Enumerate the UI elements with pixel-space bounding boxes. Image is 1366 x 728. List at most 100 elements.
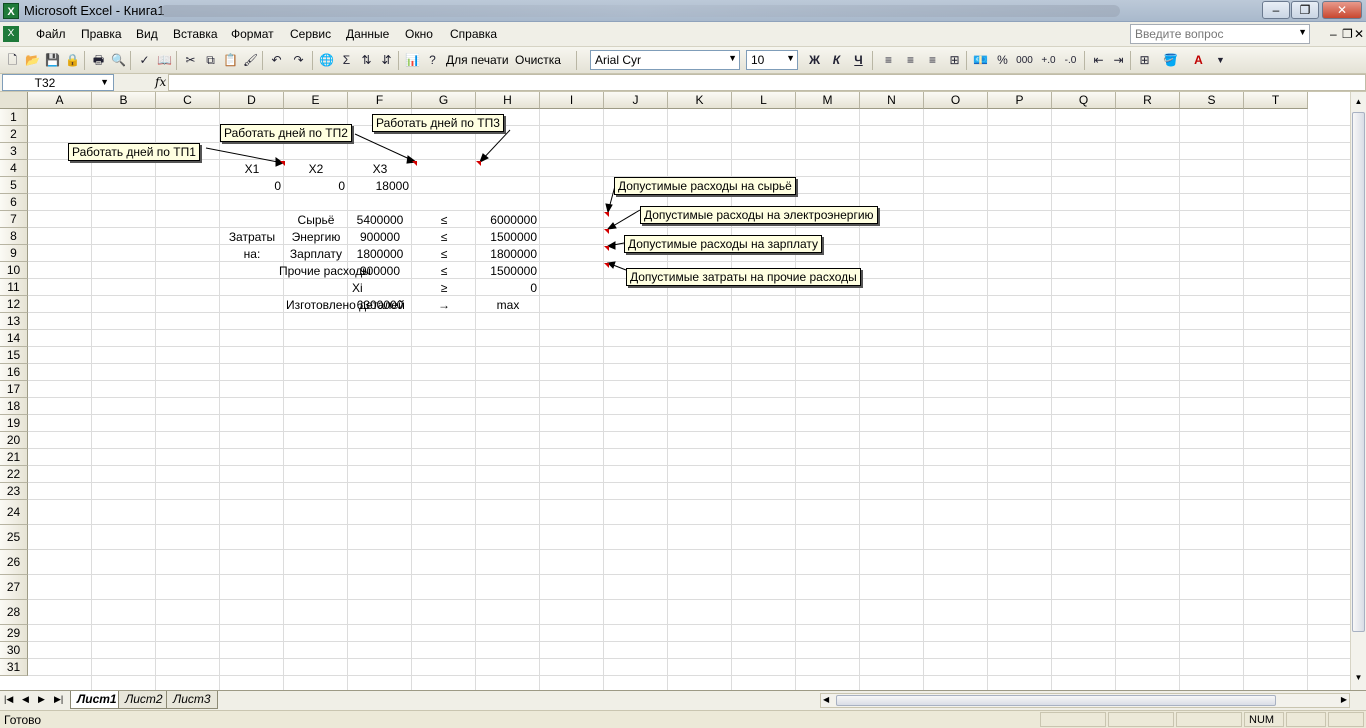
column-header-k[interactable]: K bbox=[668, 92, 732, 109]
format-painter-icon[interactable]: 🖌 bbox=[242, 52, 259, 69]
copy-icon[interactable]: ⧉ bbox=[202, 52, 219, 69]
cell-e4[interactable]: X2 bbox=[284, 162, 348, 176]
insert-function-icon[interactable]: fx bbox=[155, 75, 166, 89]
undo-icon[interactable]: ↶ bbox=[268, 52, 285, 69]
row-header-30[interactable]: 30 bbox=[0, 642, 28, 659]
row-header-25[interactable]: 25 bbox=[0, 525, 28, 550]
chevron-down-icon[interactable]: ▼ bbox=[1298, 27, 1307, 37]
row-header-21[interactable]: 21 bbox=[0, 449, 28, 466]
paste-icon[interactable]: 📋 bbox=[222, 52, 239, 69]
row-header-19[interactable]: 19 bbox=[0, 415, 28, 432]
restore-button[interactable]: ❐ bbox=[1291, 1, 1319, 19]
thousands-separator-button[interactable]: 000 bbox=[1016, 52, 1033, 69]
cell-e7[interactable]: Сырьё bbox=[284, 213, 348, 227]
cell-d8[interactable]: Затраты bbox=[220, 230, 284, 244]
cell-h9[interactable]: 1800000 bbox=[476, 247, 537, 261]
row-header-14[interactable]: 14 bbox=[0, 330, 28, 347]
comment-tp3[interactable]: Работать дней по ТП3 bbox=[372, 114, 504, 132]
cell-e8[interactable]: Энергию bbox=[284, 230, 348, 244]
cell-f4[interactable]: X3 bbox=[348, 162, 412, 176]
menu-help[interactable]: Справка bbox=[450, 27, 497, 41]
column-header-s[interactable]: S bbox=[1180, 92, 1244, 109]
font-color-icon[interactable]: A bbox=[1190, 52, 1207, 69]
row-header-2[interactable]: 2 bbox=[0, 126, 28, 143]
align-center-icon[interactable]: ≡ bbox=[902, 52, 919, 69]
comment-other-expenses[interactable]: Допустимые затраты на прочие расходы bbox=[626, 268, 861, 286]
align-left-icon[interactable]: ≡ bbox=[880, 52, 897, 69]
spelling-icon[interactable]: ✓ bbox=[136, 52, 153, 69]
menu-tools[interactable]: Сервис bbox=[290, 27, 331, 41]
column-header-c[interactable]: C bbox=[156, 92, 220, 109]
cell-f12[interactable]: 6300000 bbox=[348, 298, 412, 312]
horizontal-scrollbar[interactable]: ◀ ▶ bbox=[820, 693, 1350, 708]
row-header-22[interactable]: 22 bbox=[0, 466, 28, 483]
autosum-icon[interactable]: Σ bbox=[338, 52, 355, 69]
sort-ascending-icon[interactable]: ⇅ bbox=[358, 52, 375, 69]
cell-f10[interactable]: 900000 bbox=[348, 264, 412, 278]
menu-data[interactable]: Данные bbox=[346, 27, 389, 41]
cell-h10[interactable]: 1500000 bbox=[476, 264, 537, 278]
menu-format[interactable]: Формат bbox=[231, 27, 274, 41]
chevron-down-icon[interactable]: ▼ bbox=[728, 53, 737, 63]
menu-window[interactable]: Окно bbox=[405, 27, 433, 41]
cell-g10[interactable]: ≤ bbox=[412, 264, 476, 278]
row-header-28[interactable]: 28 bbox=[0, 600, 28, 625]
column-header-l[interactable]: L bbox=[732, 92, 796, 109]
column-header-p[interactable]: P bbox=[988, 92, 1052, 109]
open-icon[interactable]: 📂 bbox=[24, 52, 41, 69]
document-minimize-button[interactable]: – bbox=[1330, 27, 1337, 41]
row-header-31[interactable]: 31 bbox=[0, 659, 28, 676]
vertical-scrollbar[interactable]: ▲ ▼ bbox=[1350, 92, 1366, 690]
comment-salary[interactable]: Допустимые расходы на зарплату bbox=[624, 235, 822, 253]
decrease-indent-icon[interactable]: ⇤ bbox=[1090, 52, 1107, 69]
comment-tp2[interactable]: Работать дней по ТП2 bbox=[220, 124, 352, 142]
cell-e5[interactable]: 0 bbox=[284, 179, 345, 193]
last-sheet-icon[interactable]: ▶| bbox=[54, 694, 63, 705]
column-header-m[interactable]: M bbox=[796, 92, 860, 109]
print-preview-icon[interactable]: 🔍 bbox=[110, 52, 127, 69]
help-icon[interactable]: ? bbox=[424, 52, 441, 69]
row-header-26[interactable]: 26 bbox=[0, 550, 28, 575]
cell-d5[interactable]: 0 bbox=[220, 179, 281, 193]
fill-color-icon[interactable]: 🪣 bbox=[1162, 52, 1179, 69]
row-header-4[interactable]: 4 bbox=[0, 160, 28, 177]
save-icon[interactable]: 💾 bbox=[44, 52, 61, 69]
select-all-corner[interactable] bbox=[0, 92, 28, 109]
font-size-select[interactable]: 10 ▼ bbox=[746, 50, 798, 70]
hyperlink-icon[interactable]: 🌐 bbox=[318, 52, 335, 69]
row-header-17[interactable]: 17 bbox=[0, 381, 28, 398]
underline-button[interactable]: Ч bbox=[850, 52, 867, 69]
row-header-15[interactable]: 15 bbox=[0, 347, 28, 364]
row-header-23[interactable]: 23 bbox=[0, 483, 28, 500]
cell-f7[interactable]: 5400000 bbox=[348, 213, 412, 227]
document-restore-button[interactable]: ❐ bbox=[1342, 27, 1353, 41]
research-icon[interactable]: 📖 bbox=[156, 52, 173, 69]
column-header-i[interactable]: I bbox=[540, 92, 604, 109]
row-header-24[interactable]: 24 bbox=[0, 500, 28, 525]
column-header-t[interactable]: T bbox=[1244, 92, 1308, 109]
row-header-3[interactable]: 3 bbox=[0, 143, 28, 160]
comment-raw-materials[interactable]: Допустимые расходы на сырьё bbox=[614, 177, 796, 195]
row-header-9[interactable]: 9 bbox=[0, 245, 28, 262]
row-header-11[interactable]: 11 bbox=[0, 279, 28, 296]
row-header-16[interactable]: 16 bbox=[0, 364, 28, 381]
cell-d4[interactable]: X1 bbox=[220, 162, 284, 176]
column-header-g[interactable]: G bbox=[412, 92, 476, 109]
cell-h12[interactable]: max bbox=[476, 298, 540, 312]
cell-g12[interactable]: → bbox=[412, 298, 476, 312]
row-header-13[interactable]: 13 bbox=[0, 313, 28, 330]
scroll-left-icon[interactable]: ◀ bbox=[823, 695, 829, 704]
next-sheet-icon[interactable]: ▶ bbox=[38, 694, 45, 705]
cell-g7[interactable]: ≤ bbox=[412, 213, 476, 227]
cell-f5[interactable]: 18000 bbox=[348, 179, 409, 193]
cell-g8[interactable]: ≤ bbox=[412, 230, 476, 244]
increase-indent-icon[interactable]: ⇥ bbox=[1110, 52, 1127, 69]
cell-g11[interactable]: ≥ bbox=[412, 281, 476, 295]
clear-button[interactable]: Очистка bbox=[515, 53, 561, 67]
column-header-a[interactable]: A bbox=[28, 92, 92, 109]
row-header-29[interactable]: 29 bbox=[0, 625, 28, 642]
comment-tp1[interactable]: Работать дней по ТП1 bbox=[68, 143, 200, 161]
cut-icon[interactable]: ✂ bbox=[182, 52, 199, 69]
column-header-e[interactable]: E bbox=[284, 92, 348, 109]
increase-decimal-icon[interactable]: +.0 bbox=[1040, 52, 1057, 69]
